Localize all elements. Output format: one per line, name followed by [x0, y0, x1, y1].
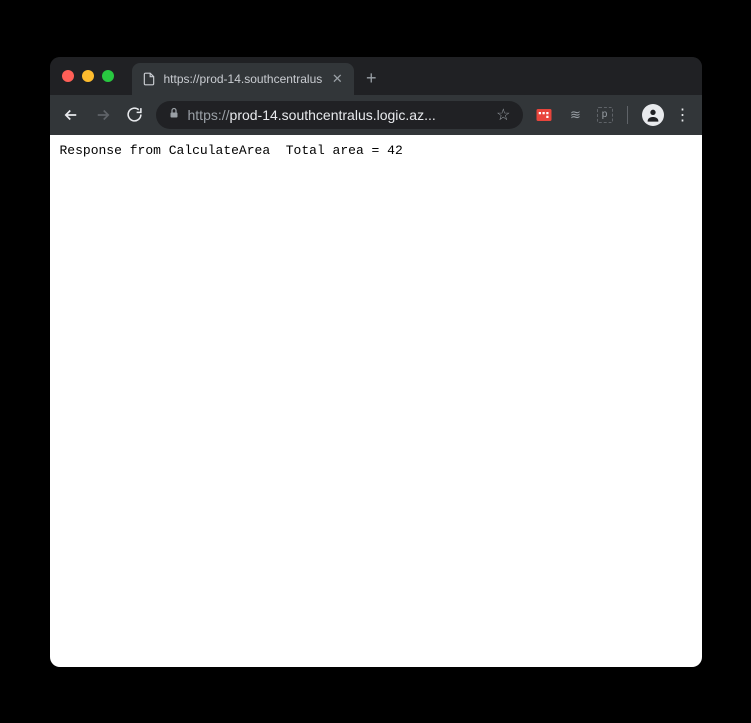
page-content: Response from CalculateArea Total area =…: [50, 135, 702, 667]
close-tab-button[interactable]: ✕: [330, 71, 344, 87]
tab-title: https://prod-14.southcentralus: [164, 72, 323, 86]
extension-lastpass-icon[interactable]: [533, 104, 555, 126]
reload-button[interactable]: [124, 104, 146, 126]
back-button[interactable]: [60, 104, 82, 126]
browser-window: https://prod-14.southcentralus ✕ + https…: [50, 57, 702, 667]
new-tab-button[interactable]: +: [358, 66, 384, 92]
bookmark-star-icon[interactable]: ☆: [496, 105, 510, 125]
url-text: https://prod-14.southcentralus.logic.az.…: [188, 107, 489, 123]
kebab-menu-icon[interactable]: ⋮: [674, 105, 692, 125]
titlebar: https://prod-14.southcentralus ✕ +: [50, 57, 702, 95]
toolbar: https://prod-14.southcentralus.logic.az.…: [50, 95, 702, 135]
file-icon: [142, 72, 156, 86]
toolbar-divider: [627, 106, 628, 124]
extension-buffer-icon[interactable]: ≋: [565, 104, 587, 126]
forward-button[interactable]: [92, 104, 114, 126]
profile-button[interactable]: [642, 104, 664, 126]
window-controls: [62, 70, 114, 82]
tab-strip: https://prod-14.southcentralus ✕ +: [132, 57, 690, 95]
extension-pocket-icon[interactable]: p: [597, 107, 613, 123]
close-window-button[interactable]: [62, 70, 74, 82]
zoom-window-button[interactable]: [102, 70, 114, 82]
address-bar[interactable]: https://prod-14.southcentralus.logic.az.…: [156, 101, 523, 129]
minimize-window-button[interactable]: [82, 70, 94, 82]
lock-icon: [168, 107, 180, 122]
tab-active[interactable]: https://prod-14.southcentralus ✕: [132, 63, 355, 95]
